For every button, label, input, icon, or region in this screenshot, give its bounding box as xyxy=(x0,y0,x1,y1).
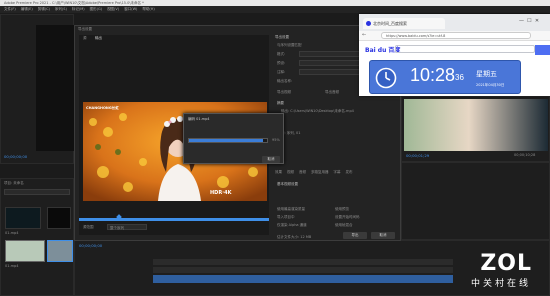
video-hdr-label: HDR xyxy=(210,190,223,196)
browser-tab[interactable]: 北京时间_百度搜索 xyxy=(363,18,445,29)
menu-item[interactable]: 剪辑(C) xyxy=(38,7,50,11)
format-label: 格式: xyxy=(277,52,286,56)
project-item-thumbnail[interactable] xyxy=(47,207,71,229)
window-controls[interactable]: — ☐ ✕ xyxy=(519,18,539,24)
zol-watermark-sub: 中关村在线 xyxy=(470,279,531,289)
project-item-thumbnail[interactable] xyxy=(5,240,45,262)
export-dialog-title: 导出设置 xyxy=(78,27,92,31)
project-item-name: 01.mp4 xyxy=(5,231,19,235)
project-panel-title: 项目: 未命名 xyxy=(4,181,24,185)
timeline-track[interactable] xyxy=(153,267,453,273)
clock-time: 10:28 xyxy=(410,65,456,85)
time-widget: 10:28 36 星期五 2021年04月30日 xyxy=(369,60,521,94)
baidu-search-input[interactable] xyxy=(395,45,535,53)
video-hdr-badge: HDR·4K xyxy=(210,190,232,196)
source-range-value: 整个序列 xyxy=(110,226,124,230)
program-monitor-viewer xyxy=(404,99,548,151)
menu-item[interactable]: 序列(S) xyxy=(55,7,67,11)
estimated-size: 估计文件大小: 12 MB xyxy=(277,235,312,239)
progress-title: 编码 01.mp4 xyxy=(188,117,210,121)
program-timecode-left: 00;00;01;29 xyxy=(406,153,430,158)
source-monitor-panel: 00;00;00;00 xyxy=(0,14,74,164)
project-panel: 项目: 未命名 01.mp4 01.mp4 xyxy=(0,178,74,296)
back-icon[interactable]: ← xyxy=(362,32,366,38)
progress-fill xyxy=(189,139,264,142)
project-search-input[interactable] xyxy=(4,189,70,195)
project-item-thumbnail-selected[interactable] xyxy=(47,240,73,262)
match-sequence-checkbox[interactable]: 与序列设置匹配 xyxy=(277,43,302,48)
video-4k-label: 4K xyxy=(224,190,232,196)
tab-source[interactable]: 源 xyxy=(83,36,87,41)
progress-percent: 95% xyxy=(272,138,280,142)
browser-address-row: ← https://www.baidu.com/s?ie=utf-8 xyxy=(359,31,550,41)
source-range-select[interactable]: 整个序列 xyxy=(107,224,147,230)
menu-item[interactable]: 视图(V) xyxy=(107,7,119,11)
export-button[interactable]: 导出 xyxy=(343,232,367,239)
encoding-progress-dialog: 编码 01.mp4 95% 取消 xyxy=(183,113,284,164)
source-range-label: 源范围 xyxy=(83,225,94,229)
program-frame xyxy=(404,99,548,151)
zol-watermark-logo: ZOL xyxy=(480,251,532,276)
timeline-timecode: 00;00;00;00 xyxy=(79,243,103,248)
render-option-checkbox[interactable]: 导入项目中 xyxy=(277,215,295,220)
menu-item[interactable]: 图形(G) xyxy=(90,7,102,11)
progress-track xyxy=(188,138,268,143)
export-tab-strip: 效果 视频 音频 多路复用器 字幕 发布 xyxy=(275,169,395,177)
baidu-search-button[interactable] xyxy=(535,45,550,55)
render-option-checkbox[interactable]: 仅渲染 Alpha 通道 xyxy=(277,223,307,228)
export-tab[interactable]: 视频 xyxy=(287,170,294,174)
source-monitor-viewer xyxy=(36,25,74,151)
right-tracks-panel xyxy=(401,162,550,240)
project-item-thumbnail[interactable] xyxy=(5,207,41,229)
preset-label: 预设: xyxy=(277,61,286,65)
address-url: https://www.baidu.com/s?ie=utf-8 xyxy=(386,34,446,38)
export-tab[interactable]: 字幕 xyxy=(334,170,341,174)
render-option-checkbox[interactable]: 使用帧混合 xyxy=(335,223,353,228)
export-scrub-bar[interactable] xyxy=(79,218,269,221)
menu-item[interactable]: 窗口(W) xyxy=(124,7,137,11)
timeline-track[interactable] xyxy=(153,259,453,265)
export-tab[interactable]: 多路复用器 xyxy=(311,170,329,174)
output-name-label: 输出名称: xyxy=(277,79,293,83)
render-option-checkbox[interactable]: 使用最高渲染质量 xyxy=(277,207,305,212)
basic-video-settings-title: 基本视频设置 xyxy=(277,182,298,186)
source-timecode: 00;00;00;00 xyxy=(4,154,28,159)
render-option-checkbox[interactable]: 使用预览 xyxy=(335,207,349,212)
export-video-checkbox[interactable]: 导出视频 xyxy=(277,90,291,95)
menu-item[interactable]: 帮助(H) xyxy=(142,7,154,11)
clock-seconds: 36 xyxy=(455,73,464,82)
video-brand-watermark: CHANGHONG长虹 xyxy=(86,106,119,110)
summary-title: 摘要 xyxy=(277,101,284,105)
export-tab[interactable]: 音频 xyxy=(299,170,306,174)
tab-output[interactable]: 输出 xyxy=(95,36,102,41)
clock-weekday: 星期五 xyxy=(476,70,497,78)
comment-label: 注释: xyxy=(277,70,286,74)
clock-date: 2021年04月30日 xyxy=(476,83,505,87)
export-section-title: 导出设置 xyxy=(275,35,289,39)
address-bar[interactable]: https://www.baidu.com/s?ie=utf-8 xyxy=(381,32,531,39)
render-option-checkbox[interactable]: 设置开始时间码 xyxy=(335,215,360,220)
menu-item[interactable]: 标记(M) xyxy=(72,7,85,11)
cancel-encoding-button[interactable]: 取消 xyxy=(262,156,280,163)
menu-item[interactable]: 编辑(E) xyxy=(21,7,33,11)
export-tab[interactable]: 发布 xyxy=(346,170,353,174)
timeline-clip[interactable] xyxy=(153,275,453,283)
clock-icon xyxy=(375,67,397,89)
menu-item[interactable]: 文件(F) xyxy=(4,7,16,11)
project-item-name: 01.mp4 xyxy=(5,264,19,268)
baidu-favicon-icon xyxy=(366,21,371,26)
program-timecode-right: 00;00;10;28 xyxy=(514,153,536,157)
program-monitor-panel: 00;00;01;29 00;00;10;28 xyxy=(401,96,550,162)
window-title: Adobe Premiere Pro 2021 - C:\用户\WIN10\文档… xyxy=(4,1,144,5)
summary-output: 输出: C:\Users\WIN10\Desktop\未命名.mp4 xyxy=(281,109,354,113)
cancel-export-button[interactable]: 取消 xyxy=(371,232,395,239)
export-tab[interactable]: 效果 xyxy=(275,170,282,174)
export-audio-checkbox[interactable]: 导出音频 xyxy=(325,90,339,95)
browser-window: 北京时间_百度搜索 — ☐ ✕ ← https://www.baidu.com/… xyxy=(359,14,550,96)
menu-bar: 文件(F) 编辑(E) 剪辑(C) 序列(S) 标记(M) 图形(G) 视图(V) 窗口(W)… xyxy=(0,6,550,13)
browser-tab-title: 北京时间_百度搜索 xyxy=(373,21,407,26)
